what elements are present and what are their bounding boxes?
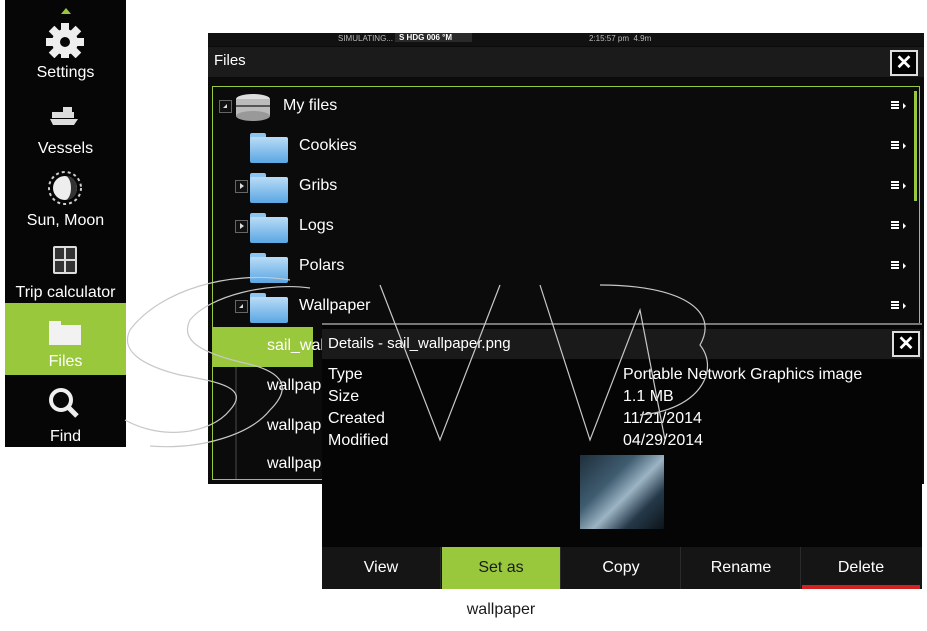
vessels-icon	[5, 94, 126, 134]
menu-item-label: Find	[49, 428, 82, 445]
detail-value-type: Portable Network Graphics image	[623, 366, 863, 383]
tree-item-label: Wallpaper	[299, 297, 371, 314]
tree-row-my-files[interactable]: My files	[213, 87, 913, 127]
menu-item-label: Settings	[36, 64, 95, 81]
detail-label-type: Type	[328, 366, 363, 383]
collapse-toggle-icon[interactable]	[235, 300, 248, 313]
menu-item-label: Vessels	[37, 140, 94, 157]
expand-toggle-icon[interactable]	[235, 220, 248, 233]
time-readout: 2:15:57 pm 4.9m	[589, 34, 651, 43]
heading-label: S HDG	[399, 33, 425, 42]
folder-icon	[250, 253, 288, 283]
menu-item-find[interactable]: Find	[5, 378, 126, 450]
detail-label-created: Created	[328, 410, 385, 427]
tree-item-label: Logs	[299, 217, 334, 234]
menu-item-files[interactable]: Files	[5, 303, 126, 375]
context-menu-icon[interactable]	[891, 301, 906, 310]
view-button[interactable]: View	[322, 547, 441, 589]
detail-label-size: Size	[328, 388, 360, 405]
context-menu-icon[interactable]	[891, 261, 906, 270]
folder-icon	[250, 173, 288, 203]
copy-button[interactable]: Copy	[562, 547, 681, 589]
menu-item-vessels[interactable]: Vessels	[5, 90, 126, 162]
tree-row-gribs[interactable]: Gribs	[213, 167, 913, 207]
context-menu-icon[interactable]	[891, 141, 906, 150]
tree-row-polars[interactable]: Polars	[213, 247, 913, 287]
menu-item-trip-calculator[interactable]: Trip calculator	[5, 234, 126, 306]
tree-item-label: wallpap	[267, 417, 322, 434]
folder-icon	[5, 307, 126, 347]
tree-row-cookies[interactable]: Cookies	[213, 127, 913, 167]
folder-icon	[250, 213, 288, 243]
tree-item-label: Polars	[299, 257, 345, 274]
drive-icon	[236, 94, 270, 121]
search-icon	[5, 382, 126, 422]
menu-item-label: Sun, Moon	[26, 212, 105, 229]
close-button[interactable]: ✕	[892, 331, 920, 357]
delete-indicator	[802, 585, 920, 589]
tree-row-logs[interactable]: Logs	[213, 207, 913, 247]
tree-item-label: Cookies	[299, 137, 357, 154]
heading-readout: S HDG 006 °M	[395, 33, 473, 42]
expand-toggle-icon[interactable]	[235, 180, 248, 193]
context-menu-icon[interactable]	[891, 101, 906, 110]
menu-item-sun-moon[interactable]: Sun, Moon	[5, 162, 126, 234]
menu-item-label: Trip calculator	[15, 284, 116, 301]
gear-icon	[5, 18, 126, 61]
details-titlebar: Details - sail_wallpaper.png ✕	[322, 329, 922, 359]
heading-value: 006 °M	[426, 33, 453, 42]
distance-value: 4.9m	[633, 34, 652, 43]
tree-item-label: wallpap	[267, 455, 322, 472]
window-title: Files	[214, 52, 246, 69]
details-dialog: Details - sail_wallpaper.png ✕ Type Port…	[322, 323, 922, 618]
folder-icon	[250, 293, 288, 323]
tree-item-label: wallpap	[267, 377, 322, 394]
tree-item-label: Gribs	[299, 177, 338, 194]
detail-label-modified: Modified	[328, 432, 389, 449]
tree-item-label: sail_wal	[267, 337, 324, 354]
set-as-wallpaper-button[interactable]: Set as wallpaper	[442, 547, 561, 618]
delete-label: Delete	[837, 559, 885, 576]
collapse-toggle-icon[interactable]	[219, 100, 232, 113]
files-titlebar: Files ✕	[208, 47, 924, 77]
action-bar: View Set as wallpaper Copy Rename Delete	[322, 547, 922, 618]
context-menu-icon[interactable]	[891, 221, 906, 230]
simulating-text: SIMULATING...	[338, 34, 393, 43]
sun-moon-icon	[5, 166, 126, 206]
detail-value-size: 1.1 MB	[623, 388, 674, 405]
dialog-title: Details - sail_wallpaper.png	[328, 335, 511, 352]
detail-value-created: 11/21/2014	[623, 410, 702, 427]
calculator-icon	[5, 238, 126, 278]
rename-button[interactable]: Rename	[682, 547, 801, 589]
menu-item-settings[interactable]: Settings	[5, 14, 126, 86]
image-thumbnail	[580, 455, 664, 529]
tree-row-wallpaper[interactable]: Wallpaper	[213, 287, 913, 327]
menu-item-label: Files	[48, 353, 83, 370]
context-menu-icon[interactable]	[891, 181, 906, 190]
delete-button[interactable]: Delete	[802, 547, 920, 589]
folder-icon	[250, 133, 288, 163]
scrollbar[interactable]	[914, 91, 917, 201]
side-menu: Settings Vessels Sun, Moon Trip calculat…	[5, 0, 126, 447]
tree-item-label: My files	[283, 97, 338, 114]
detail-value-modified: 04/29/2014	[623, 432, 704, 449]
close-button[interactable]: ✕	[890, 50, 918, 76]
status-bar: SIMULATING... S HDG 006 °M 2:15:57 pm 4.…	[208, 33, 924, 46]
clock-time: 2:15:57 pm	[589, 34, 630, 43]
